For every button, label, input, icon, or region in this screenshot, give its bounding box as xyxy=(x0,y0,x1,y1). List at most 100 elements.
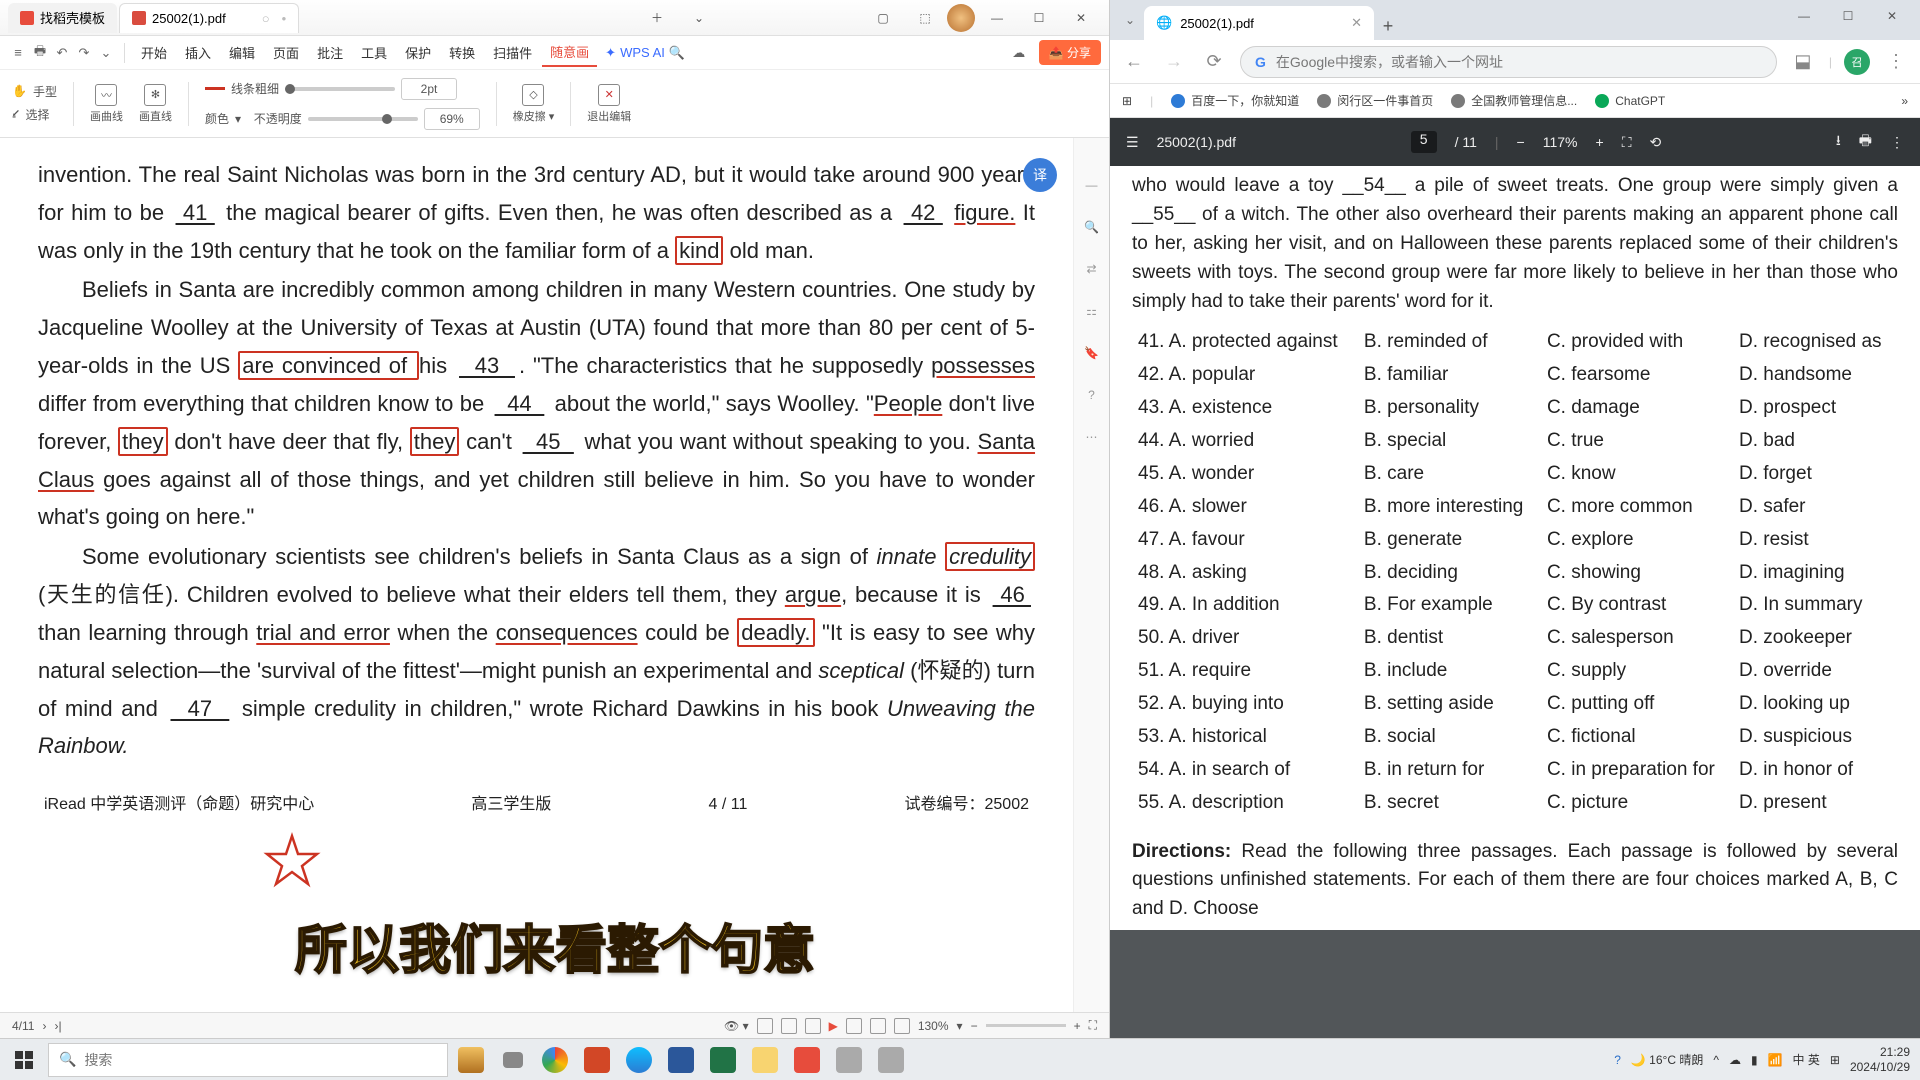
taskbar-explorer[interactable] xyxy=(746,1041,784,1079)
taskbar-wps[interactable] xyxy=(788,1041,826,1079)
pdf-download-icon[interactable]: ⭳ xyxy=(1836,130,1841,154)
pdf-print-icon[interactable]: 🖶 xyxy=(1859,130,1872,154)
tool-hand[interactable]: ✋手型 xyxy=(12,83,57,100)
status-zoom-out-icon[interactable]: − xyxy=(971,1019,978,1033)
maximize-icon[interactable]: ☐ xyxy=(1019,3,1059,33)
new-tab-button[interactable]: + xyxy=(1374,12,1402,40)
taskbar-edge[interactable] xyxy=(620,1041,658,1079)
pdf-rotate-icon[interactable]: ⟲ xyxy=(1650,134,1662,151)
taskbar-weather-widget[interactable] xyxy=(452,1041,490,1079)
install-icon[interactable]: ⬓ xyxy=(1789,51,1817,72)
apps-icon[interactable]: ⊞ xyxy=(1122,94,1132,108)
taskbar-powerpoint[interactable] xyxy=(578,1041,616,1079)
sidebar-more-icon[interactable]: ⋯ xyxy=(1086,430,1098,444)
menu-tools[interactable]: 工具 xyxy=(353,39,395,66)
bookmark-teacher[interactable]: 全国教师管理信息... xyxy=(1451,92,1577,109)
menu-insert[interactable]: 插入 xyxy=(177,39,219,66)
tray-ime[interactable]: 中 英 xyxy=(1793,1051,1820,1068)
wps-tab-pdf[interactable]: 25002(1).pdf○• xyxy=(119,3,299,33)
tray-volume-icon[interactable]: ⊞ xyxy=(1830,1053,1840,1067)
omnibox[interactable]: G 在Google中搜索，或者输入一个网址 xyxy=(1240,46,1777,78)
status-eye-icon[interactable]: 👁 ▾ xyxy=(724,1019,749,1033)
chrome-tab[interactable]: 🌐 25002(1).pdf ✕ xyxy=(1144,6,1374,40)
minimize-icon[interactable]: — xyxy=(977,3,1017,33)
weight-value[interactable]: 2pt xyxy=(401,78,457,100)
menu-page[interactable]: 页面 xyxy=(265,39,307,66)
sidebar-translate-icon[interactable]: ⇄ xyxy=(1086,262,1096,276)
redo-icon[interactable]: ↷ xyxy=(74,43,94,63)
pdf-viewer[interactable]: who would leave a toy __54__ a pile of s… xyxy=(1110,166,1920,1038)
bookmark-more-icon[interactable]: » xyxy=(1901,94,1908,108)
box-icon[interactable]: ⬚ xyxy=(905,3,945,33)
hamburger-icon[interactable]: ≡ xyxy=(8,43,28,63)
tray-wifi-icon[interactable]: 📶 xyxy=(1768,1053,1783,1067)
chevron-down-icon[interactable]: ⌄ xyxy=(96,43,116,63)
tool-select[interactable]: ⭹选择 xyxy=(12,104,57,125)
sidebar-outline-icon[interactable]: ⚏ xyxy=(1086,304,1097,318)
status-zoom-in-icon[interactable]: + xyxy=(1074,1019,1081,1033)
taskview-icon[interactable] xyxy=(494,1041,532,1079)
wps-ai-button[interactable]: ✦WPS AI xyxy=(605,45,665,61)
pdf-page-input[interactable]: 5 xyxy=(1411,131,1437,153)
reload-icon[interactable]: ⟳ xyxy=(1200,51,1228,72)
taskbar-word[interactable] xyxy=(662,1041,700,1079)
chrome-menu-icon[interactable]: ⋮ xyxy=(1882,51,1910,72)
tool-eraser[interactable]: ◇橡皮擦 ▾ xyxy=(513,84,555,124)
cloud-icon[interactable]: ☁ xyxy=(1009,43,1029,63)
tool-curve[interactable]: 〰画曲线 xyxy=(90,84,123,124)
bookmark-minhang[interactable]: 闵行区一件事首页 xyxy=(1317,92,1433,109)
taskbar-chrome[interactable] xyxy=(536,1041,574,1079)
sidebar-help-icon[interactable]: ? xyxy=(1088,388,1095,402)
bookmark-baidu[interactable]: 百度一下，你就知道 xyxy=(1171,92,1299,109)
chrome-close-icon[interactable]: ✕ xyxy=(1870,0,1914,32)
sidebar-minimize-icon[interactable]: — xyxy=(1086,178,1098,192)
avatar[interactable] xyxy=(947,4,975,32)
start-button[interactable] xyxy=(4,1040,44,1080)
status-view3-icon[interactable] xyxy=(894,1018,910,1034)
pdf-more-icon[interactable]: ⋮ xyxy=(1890,134,1904,151)
close-icon[interactable]: ✕ xyxy=(1061,3,1101,33)
taskbar-excel[interactable] xyxy=(704,1041,742,1079)
tray-battery-icon[interactable]: ▮ xyxy=(1751,1053,1758,1067)
tab-close-icon[interactable]: ✕ xyxy=(1351,15,1362,31)
status-layout1-icon[interactable] xyxy=(757,1018,773,1034)
share-button[interactable]: 📤 分享 xyxy=(1039,40,1101,65)
dropdown-icon[interactable]: ⌄ xyxy=(679,3,719,33)
status-play-icon[interactable]: ▶ xyxy=(829,1019,838,1033)
menu-draw[interactable]: 随意画 xyxy=(542,38,597,67)
menu-start[interactable]: 开始 xyxy=(133,39,175,66)
status-layout2-icon[interactable] xyxy=(781,1018,797,1034)
status-view2-icon[interactable] xyxy=(870,1018,886,1034)
sidebar-bookmark-icon[interactable]: 🔖 xyxy=(1084,346,1099,360)
tab-dropdown-icon[interactable]: ⌄ xyxy=(1116,6,1144,34)
window-icon[interactable]: ▢ xyxy=(863,3,903,33)
undo-icon[interactable]: ↶ xyxy=(52,43,72,63)
opacity-slider[interactable] xyxy=(308,117,418,121)
menu-annotate[interactable]: 批注 xyxy=(309,39,351,66)
chrome-maximize-icon[interactable]: ☐ xyxy=(1826,0,1870,32)
taskbar-app2[interactable] xyxy=(872,1041,910,1079)
bookmark-chatgpt[interactable]: ChatGPT xyxy=(1595,94,1665,108)
tray-cloud-icon[interactable]: ☁ xyxy=(1729,1053,1741,1067)
tray-weather[interactable]: 🌙 16°C 晴朗 xyxy=(1631,1051,1703,1068)
menu-edit[interactable]: 编辑 xyxy=(221,39,263,66)
taskbar-app1[interactable] xyxy=(830,1041,868,1079)
tray-help-icon[interactable]: ? xyxy=(1614,1053,1621,1067)
profile-avatar[interactable]: 召 xyxy=(1844,49,1870,75)
tool-line[interactable]: ✻画直线 xyxy=(139,84,172,124)
status-layout3-icon[interactable] xyxy=(805,1018,821,1034)
status-fullscreen-icon[interactable]: ⛶ xyxy=(1089,1018,1097,1033)
status-last-icon[interactable]: ›| xyxy=(54,1019,61,1033)
status-zoom[interactable]: 130% xyxy=(918,1019,949,1033)
back-icon[interactable]: ← xyxy=(1120,51,1148,72)
opacity-value[interactable]: 69% xyxy=(424,108,480,130)
pdf-zoom-in-icon[interactable]: + xyxy=(1596,134,1604,150)
print-icon[interactable]: 🖶 xyxy=(30,43,50,63)
tray-clock[interactable]: 21:292024/10/29 xyxy=(1850,1045,1910,1074)
pdf-zoom-out-icon[interactable]: − xyxy=(1517,134,1525,150)
tray-chevron-icon[interactable]: ^ xyxy=(1713,1053,1719,1067)
chrome-minimize-icon[interactable]: — xyxy=(1782,0,1826,32)
menu-convert[interactable]: 转换 xyxy=(441,39,483,66)
menu-protect[interactable]: 保护 xyxy=(397,39,439,66)
menu-scan[interactable]: 扫描件 xyxy=(485,39,540,66)
